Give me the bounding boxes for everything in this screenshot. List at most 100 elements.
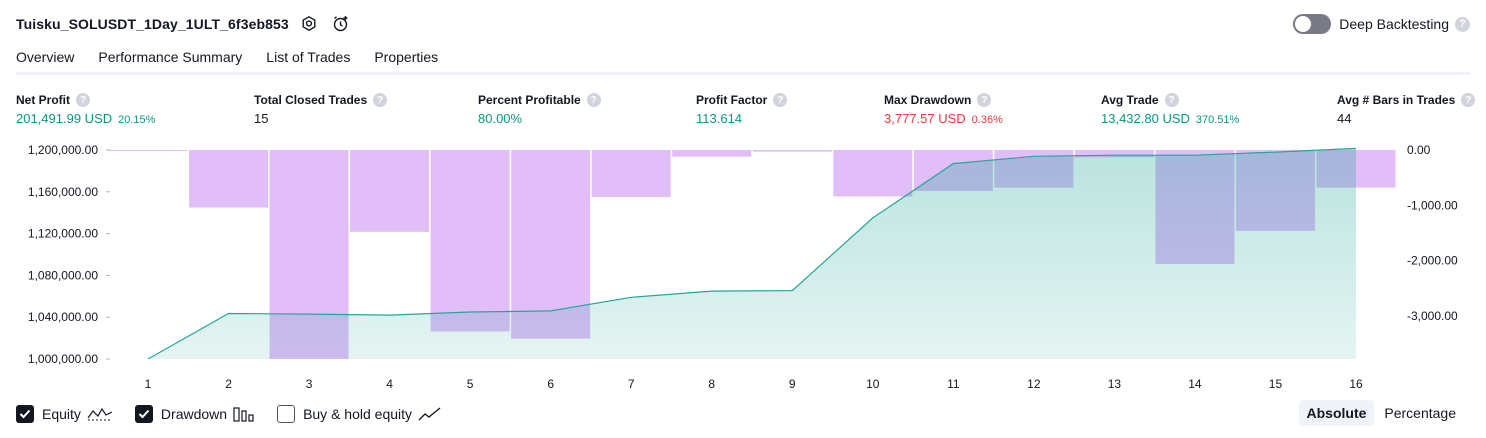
x-tick-label: 16 [1349, 377, 1363, 391]
drawdown-bar [189, 150, 269, 208]
report-tabs: Overview Performance Summary List of Tra… [16, 47, 462, 75]
deep-backtesting-label: Deep Backtesting [1339, 16, 1449, 32]
metric-percent: 20.15% [118, 114, 156, 126]
x-axis: 1 2 3 4 5 6 7 8 9 10 11 12 13 14 15 16 [145, 377, 1363, 391]
percentage-button[interactable]: Percentage [1376, 400, 1464, 426]
y2-tick-label: -1,000.00 [1407, 198, 1458, 212]
x-tick-label: 5 [467, 377, 474, 391]
equity-line-icon [87, 406, 113, 422]
metric-max-drawdown: Max Drawdown? 3,777.57 USD 0.36% [884, 93, 1003, 126]
metric-value: 3,777.57 USD [884, 111, 966, 126]
metric-profit-factor: Profit Factor? 113.614 [696, 93, 788, 126]
strategy-name: Tuisku_SOLUSDT_1Day_1ULT_6f3eb853 [16, 16, 289, 32]
settings-gear-icon[interactable] [297, 12, 321, 36]
report-header: Tuisku_SOLUSDT_1Day_1ULT_6f3eb853 [16, 12, 353, 36]
metric-value: 201,491.99 USD [16, 111, 113, 126]
x-tick-label: 6 [547, 377, 554, 391]
x-tick-label: 8 [708, 377, 715, 391]
drawdown-bar [672, 150, 752, 157]
x-tick-label: 2 [225, 377, 232, 391]
toggle-knob [1295, 16, 1312, 32]
drawdown-bar [350, 150, 430, 232]
metric-value: 15 [254, 111, 269, 126]
y-tick-label: 1,200,000.00 [28, 143, 98, 157]
tab-list-of-trades[interactable]: List of Trades [266, 47, 350, 75]
add-alert-icon[interactable] [329, 12, 353, 36]
info-icon[interactable]: ? [586, 93, 601, 107]
info-icon[interactable]: ? [1164, 93, 1179, 107]
legend-equity[interactable]: Equity [16, 405, 113, 423]
drawdown-bar [108, 150, 188, 151]
drawdown-bar [752, 150, 832, 152]
drawdown-bars-icon [233, 406, 255, 422]
metric-avg-bars-in-trades: Avg # Bars in Trades? 44 [1337, 93, 1476, 126]
metric-percent-profitable: Percent Profitable? 80.00% [478, 93, 601, 126]
x-tick-label: 1 [145, 377, 152, 391]
drawdown-bar [591, 150, 671, 198]
legend-buy-hold-equity[interactable]: Buy & hold equity [277, 405, 442, 423]
metric-label: Avg Trade [1101, 93, 1159, 107]
drawdown-bar [833, 150, 913, 197]
deep-backtesting: Deep Backtesting ? [1293, 12, 1470, 36]
tabs-divider [16, 72, 1470, 75]
y2-tick-label: 0.00 [1407, 143, 1431, 157]
x-tick-label: 12 [1027, 377, 1041, 391]
equity-drawdown-chart[interactable]: 1,200,000.00 1,160,000.00 1,120,000.00 1,08… [0, 140, 1486, 395]
equity-checkbox[interactable] [16, 405, 34, 423]
metric-value: 80.00% [478, 111, 523, 126]
x-tick-label: 15 [1269, 377, 1283, 391]
y-tick-label: 1,080,000.00 [28, 268, 98, 282]
metric-avg-trade: Avg Trade? 13,432.80 USD 370.51% [1101, 93, 1239, 126]
drawdown-bar [430, 150, 510, 332]
info-icon[interactable]: ? [977, 93, 992, 107]
right-axis: 0.00 -1,000.00 -2,000.00 -3,000.00 [1407, 143, 1458, 323]
chart-legend: Equity Drawdown Buy & hold equity [16, 403, 464, 425]
legend-label: Drawdown [160, 406, 228, 422]
metric-label: Net Profit [16, 93, 70, 107]
tab-performance-summary[interactable]: Performance Summary [98, 47, 242, 75]
metric-label: Profit Factor [696, 93, 768, 107]
metric-value: 113.614 [696, 111, 743, 126]
info-icon[interactable]: ? [1461, 93, 1476, 107]
y-tick-label: 1,120,000.00 [28, 227, 98, 241]
info-icon[interactable]: ? [773, 93, 788, 107]
buy-hold-checkbox[interactable] [277, 405, 296, 423]
x-tick-label: 14 [1188, 377, 1202, 391]
tab-properties[interactable]: Properties [374, 47, 438, 75]
metric-label: Avg # Bars in Trades [1337, 93, 1456, 107]
deep-backtesting-toggle[interactable] [1293, 14, 1332, 34]
tab-overview[interactable]: Overview [16, 47, 75, 75]
metric-label: Percent Profitable [478, 93, 581, 107]
x-tick-label: 10 [866, 377, 880, 391]
legend-label: Buy & hold equity [303, 406, 413, 422]
x-tick-label: 3 [306, 377, 313, 391]
metric-total-closed-trades: Total Closed Trades? 15 [254, 93, 388, 126]
metric-value: 13,432.80 USD [1101, 111, 1190, 126]
metric-value: 44 [1337, 111, 1352, 126]
y-tick-label: 1,040,000.00 [28, 310, 98, 324]
legend-label: Equity [42, 406, 81, 422]
absolute-button[interactable]: Absolute [1298, 400, 1375, 426]
legend-drawdown[interactable]: Drawdown [134, 405, 255, 423]
metric-label: Total Closed Trades [254, 93, 368, 107]
metric-percent: 370.51% [1195, 114, 1240, 126]
info-icon[interactable]: ? [373, 93, 388, 107]
left-axis: 1,200,000.00 1,160,000.00 1,120,000.00 1,08… [28, 143, 110, 366]
help-icon[interactable]: ? [1455, 16, 1470, 32]
y-tick-label: 1,000,000.00 [28, 352, 98, 366]
metric-label: Max Drawdown [884, 93, 972, 107]
y2-tick-label: -3,000.00 [1407, 309, 1458, 323]
x-tick-label: 11 [947, 377, 960, 391]
x-tick-label: 7 [628, 377, 635, 391]
x-tick-label: 4 [386, 377, 393, 391]
drawdown-checkbox[interactable] [134, 405, 153, 423]
metric-percent: 0.36% [971, 114, 1003, 126]
y-tick-label: 1,160,000.00 [28, 185, 98, 199]
x-tick-label: 13 [1108, 377, 1122, 391]
buy-hold-line-icon [418, 406, 442, 422]
value-mode-switch: Absolute Percentage [1297, 400, 1465, 426]
metric-net-profit: Net Profit? 201,491.99 USD 20.15% [16, 93, 155, 126]
info-icon[interactable]: ? [76, 93, 90, 107]
x-tick-label: 9 [789, 377, 796, 391]
y2-tick-label: -2,000.00 [1407, 254, 1458, 268]
